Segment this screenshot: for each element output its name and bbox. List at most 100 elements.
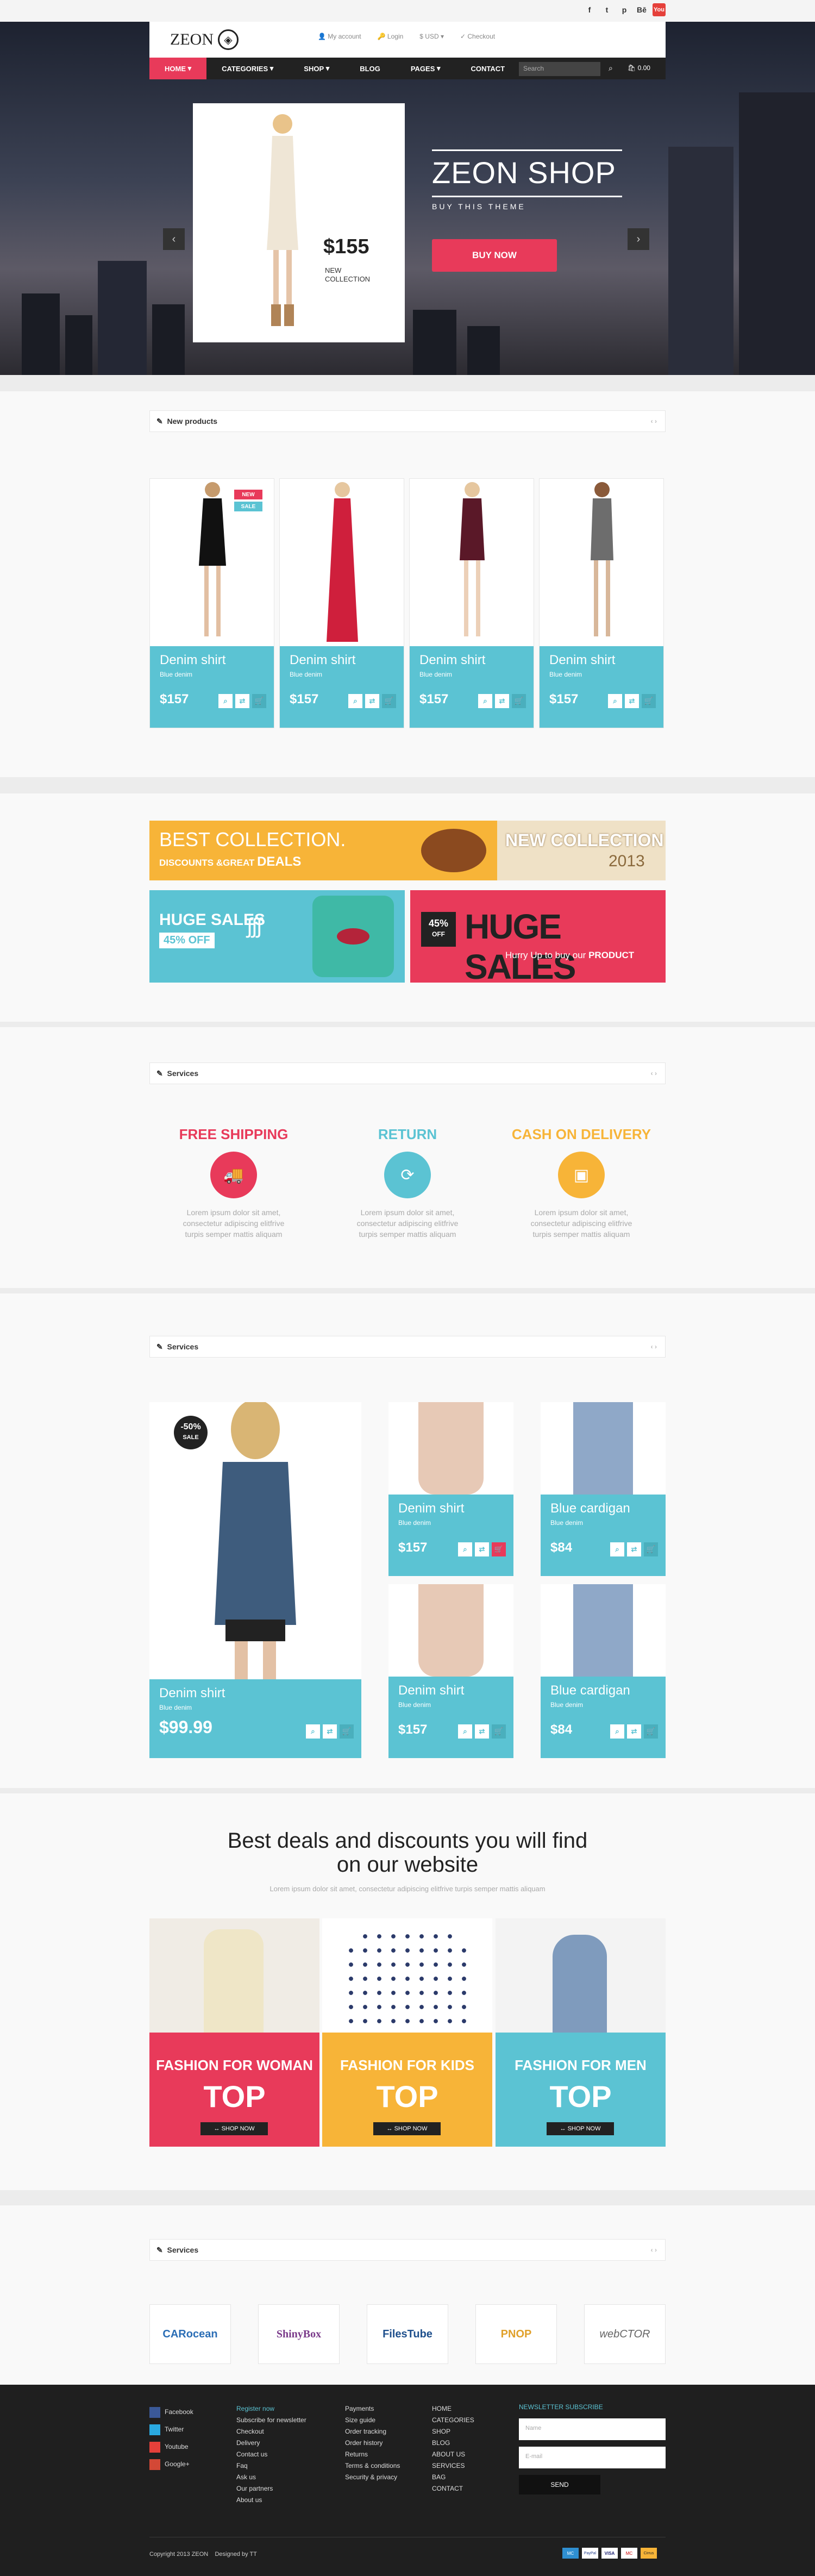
facebook-icon[interactable]: f xyxy=(583,3,596,16)
slider-prev-arrow[interactable]: ‹ xyxy=(163,228,185,250)
footer-link[interactable]: Terms & conditions xyxy=(345,2460,400,2472)
product-card[interactable]: Denim shirt Blue denim $157 ⌕ ⇄ 🛒 xyxy=(388,1402,513,1576)
footer-link[interactable]: Ask us xyxy=(236,2472,306,2483)
name-field[interactable]: Name xyxy=(519,2418,666,2440)
compare-icon[interactable]: ⇄ xyxy=(235,694,249,708)
nav-shop[interactable]: SHOP ▾ xyxy=(289,58,344,79)
nav-home[interactable]: HOME ▾ xyxy=(149,58,207,79)
zoom-icon[interactable]: ⌕ xyxy=(608,694,622,708)
footer-link[interactable]: BLOG xyxy=(432,2437,474,2449)
zoom-icon[interactable]: ⌕ xyxy=(458,1724,472,1739)
product-name[interactable]: Denim shirt xyxy=(419,653,485,668)
product-name[interactable]: Denim shirt xyxy=(160,653,225,668)
footer-link[interactable]: About us xyxy=(236,2494,306,2506)
brand-logo[interactable]: FilesTube xyxy=(367,2304,448,2364)
huge-sales-banner-left[interactable]: HUGE SALES 45% OFF ʃʃʃ xyxy=(149,890,405,983)
send-button[interactable]: SEND xyxy=(519,2475,600,2494)
shop-now-button[interactable]: ↔ SHOP NOW xyxy=(373,2122,441,2135)
zoom-icon[interactable]: ⌕ xyxy=(478,694,492,708)
cart-icon[interactable]: 🛒 xyxy=(512,694,526,708)
twitter-icon[interactable]: t xyxy=(600,3,613,16)
zoom-icon[interactable]: ⌕ xyxy=(610,1542,624,1556)
footer-link[interactable]: Size guide xyxy=(345,2415,400,2426)
product-name[interactable]: Blue cardigan xyxy=(550,1683,630,1698)
product-card[interactable]: Denim shirt Blue denim $157 ⌕ ⇄ 🛒 xyxy=(539,478,664,728)
my-account-link[interactable]: 👤 My account xyxy=(318,33,361,40)
nav-blog[interactable]: BLOG xyxy=(344,58,396,79)
cart-icon[interactable]: 🛒 xyxy=(382,694,396,708)
footer-link[interactable]: Order history xyxy=(345,2437,400,2449)
buy-now-button[interactable]: BUY NOW xyxy=(432,239,557,272)
product-name[interactable]: Denim shirt xyxy=(398,1501,464,1516)
cart-icon[interactable]: 🛒 xyxy=(644,1724,658,1739)
footer-link[interactable]: Security & privacy xyxy=(345,2472,400,2483)
footer-link[interactable]: Contact us xyxy=(236,2449,306,2460)
footer-link[interactable]: Payments xyxy=(345,2403,400,2415)
product-card[interactable]: Blue cardigan Blue denim $84 ⌕ ⇄ 🛒 xyxy=(541,1402,666,1576)
deal-card-woman[interactable]: FASHION FOR WOMAN TOP ↔ SHOP NOW xyxy=(149,1918,319,2147)
shop-now-button[interactable]: ↔ SHOP NOW xyxy=(200,2122,268,2135)
carousel-arrows[interactable]: ‹ › xyxy=(651,417,657,425)
checkout-link[interactable]: ✓ Checkout xyxy=(460,33,495,40)
footer-link[interactable]: Our partners xyxy=(236,2483,306,2494)
footer-link[interactable]: ABOUT US xyxy=(432,2449,474,2460)
compare-icon[interactable]: ⇄ xyxy=(627,1724,641,1739)
shop-now-button[interactable]: ↔ SHOP NOW xyxy=(547,2122,614,2135)
zoom-icon[interactable]: ⌕ xyxy=(218,694,233,708)
cart-icon[interactable]: 🛒 xyxy=(642,694,656,708)
compare-icon[interactable]: ⇄ xyxy=(625,694,639,708)
carousel-arrows[interactable]: ‹ › xyxy=(651,1343,657,1350)
brand-logo[interactable]: webCTOR xyxy=(584,2304,666,2364)
carousel-arrows[interactable]: ‹ › xyxy=(651,1070,657,1077)
cart-icon[interactable]: 🛒 xyxy=(252,694,266,708)
deal-card-men[interactable]: FASHION FOR MEN TOP ↔ SHOP NOW xyxy=(496,1918,666,2147)
footer-link[interactable]: HOME xyxy=(432,2403,474,2415)
email-field[interactable]: E-mail xyxy=(519,2447,666,2468)
product-card[interactable]: Denim shirt Blue denim $157 ⌕ ⇄ 🛒 xyxy=(409,478,534,728)
carousel-arrows[interactable]: ‹ › xyxy=(651,2246,657,2254)
product-card[interactable]: Denim shirt Blue denim $157 ⌕ ⇄ 🛒 xyxy=(388,1584,513,1758)
login-link[interactable]: 🔑 Login xyxy=(378,33,404,40)
footer-link[interactable]: Order tracking xyxy=(345,2426,400,2437)
cart-icon[interactable]: 🛒 xyxy=(644,1542,658,1556)
zoom-icon[interactable]: ⌕ xyxy=(306,1724,320,1739)
huge-sales-banner-right[interactable]: 45% OFF HUGE SALES Hurry Up to buy our PR… xyxy=(410,890,666,986)
deal-card-kids[interactable]: FASHION FOR KIDS TOP ↔ SHOP NOW xyxy=(322,1918,492,2147)
footer-link[interactable]: Register now xyxy=(236,2403,306,2415)
search-input[interactable]: Search xyxy=(519,62,600,76)
product-card[interactable]: Denim shirt Blue denim $157 ⌕ ⇄ 🛒 xyxy=(279,478,404,728)
twitter-link[interactable]: Twitter xyxy=(149,2421,193,2438)
logo[interactable]: ZEON ◈ xyxy=(170,29,239,50)
footer-link[interactable]: SERVICES xyxy=(432,2460,474,2472)
nav-pages[interactable]: PAGES ▾ xyxy=(396,58,456,79)
footer-link[interactable]: SHOP xyxy=(432,2426,474,2437)
behance-icon[interactable]: Bē xyxy=(635,3,648,16)
slider-next-arrow[interactable]: › xyxy=(628,228,649,250)
footer-link[interactable]: Subscribe for newsletter xyxy=(236,2415,306,2426)
search-icon[interactable]: ⌕ xyxy=(609,64,613,73)
footer-link[interactable]: Faq xyxy=(236,2460,306,2472)
footer-link[interactable]: Delivery xyxy=(236,2437,306,2449)
best-collection-banner[interactable]: BEST COLLECTION. DISCOUNTS &GREAT DEALS … xyxy=(149,821,666,880)
cart-icon[interactable]: 🛒 xyxy=(492,1542,506,1556)
product-name[interactable]: Denim shirt xyxy=(290,653,355,668)
footer-link[interactable]: Checkout xyxy=(236,2426,306,2437)
product-card[interactable]: NEW SALE Denim shirt Blue denim $157 ⌕ ⇄ 🛒 xyxy=(149,478,274,728)
googleplus-link[interactable]: Google+ xyxy=(149,2455,193,2473)
pinterest-icon[interactable]: p xyxy=(618,3,631,16)
brand-logo[interactable]: PNOP xyxy=(475,2304,557,2364)
compare-icon[interactable]: ⇄ xyxy=(627,1542,641,1556)
compare-icon[interactable]: ⇄ xyxy=(495,694,509,708)
nav-contact[interactable]: CONTACT xyxy=(456,58,521,79)
youtube-link[interactable]: Youtube xyxy=(149,2438,193,2455)
product-name[interactable]: Denim shirt xyxy=(159,1686,225,1701)
product-name[interactable]: Blue cardigan xyxy=(550,1501,630,1516)
cart-icon[interactable]: 🛒 xyxy=(492,1724,506,1739)
cart-icon[interactable]: 🛒 xyxy=(340,1724,354,1739)
facebook-link[interactable]: Facebook xyxy=(149,2403,193,2421)
featured-big-card[interactable]: -50% SALE Denim shirt Blue denim $99.99 ⌕… xyxy=(149,1402,361,1758)
zoom-icon[interactable]: ⌕ xyxy=(348,694,362,708)
brand-logo[interactable]: CARocean xyxy=(149,2304,231,2364)
zoom-icon[interactable]: ⌕ xyxy=(458,1542,472,1556)
cart[interactable]: 🛍 0.00 xyxy=(628,64,650,72)
